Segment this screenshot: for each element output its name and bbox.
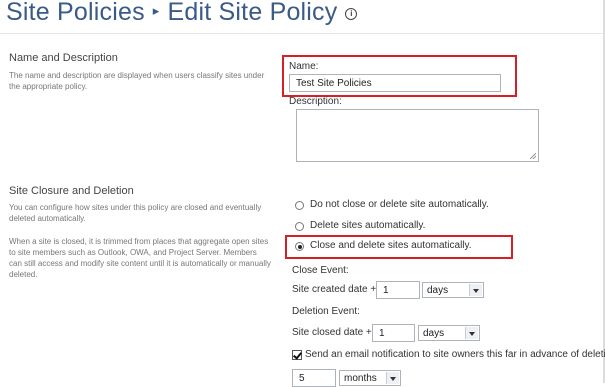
resize-grip-icon[interactable] bbox=[530, 153, 536, 159]
chevron-down-icon bbox=[469, 284, 482, 296]
closure-deletion-heading: Site Closure and Deletion bbox=[9, 185, 134, 197]
name-description-heading: Name and Description bbox=[9, 52, 118, 64]
radio-close-and-delete[interactable] bbox=[295, 242, 304, 251]
info-icon[interactable]: i bbox=[345, 8, 358, 20]
name-input[interactable]: Test Site Policies bbox=[289, 74, 501, 92]
site-created-date-label: Site created date + bbox=[292, 284, 377, 295]
close-unit-select[interactable]: days bbox=[422, 282, 484, 298]
radio-delete-automatically[interactable] bbox=[295, 222, 304, 231]
radio-no-close-delete-label[interactable]: Do not close or delete site automaticall… bbox=[310, 199, 489, 210]
notify-owners-checkbox[interactable] bbox=[292, 350, 302, 360]
notify-unit-value: months bbox=[344, 373, 377, 384]
description-label: Description: bbox=[289, 96, 342, 107]
close-amount-input[interactable]: 1 bbox=[376, 281, 420, 299]
breadcrumb-site-policies[interactable]: Site Policies bbox=[6, 0, 145, 26]
notify-amount-input[interactable]: 5 bbox=[292, 369, 336, 387]
radio-delete-automatically-label[interactable]: Delete sites automatically. bbox=[310, 220, 425, 231]
description-textarea[interactable] bbox=[296, 109, 539, 162]
notify-unit-select[interactable]: months bbox=[339, 370, 401, 386]
closure-deletion-help-1: You can configure how sites under this p… bbox=[9, 203, 262, 223]
close-event-label: Close Event: bbox=[292, 265, 349, 276]
deletion-unit-value: days bbox=[423, 328, 445, 339]
deletion-amount-input[interactable]: 1 bbox=[372, 324, 415, 342]
close-unit-value: days bbox=[427, 285, 449, 296]
deletion-event-label: Deletion Event: bbox=[292, 306, 360, 317]
closure-deletion-help-2: When a site is closed, it is trimmed fro… bbox=[9, 237, 271, 279]
radio-close-and-delete-label[interactable]: Close and delete sites automatically. bbox=[310, 240, 472, 251]
radio-no-close-delete[interactable] bbox=[295, 201, 304, 210]
notify-owners-label[interactable]: Send an email notification to site owner… bbox=[305, 349, 605, 360]
name-description-help: The name and description are displayed w… bbox=[9, 71, 265, 91]
name-label: Name: bbox=[289, 61, 319, 72]
site-closed-date-label: Site closed date + bbox=[292, 327, 372, 338]
page-title: Site Policies ▸ Edit Site Policy i bbox=[6, 0, 358, 27]
deletion-unit-select[interactable]: days bbox=[418, 325, 480, 341]
chevron-down-icon bbox=[465, 327, 478, 339]
header-divider bbox=[0, 33, 605, 34]
chevron-down-icon bbox=[386, 372, 399, 384]
breadcrumb-separator-icon: ▸ bbox=[152, 3, 160, 18]
edit-site-policy-title: Edit Site Policy bbox=[167, 0, 338, 26]
